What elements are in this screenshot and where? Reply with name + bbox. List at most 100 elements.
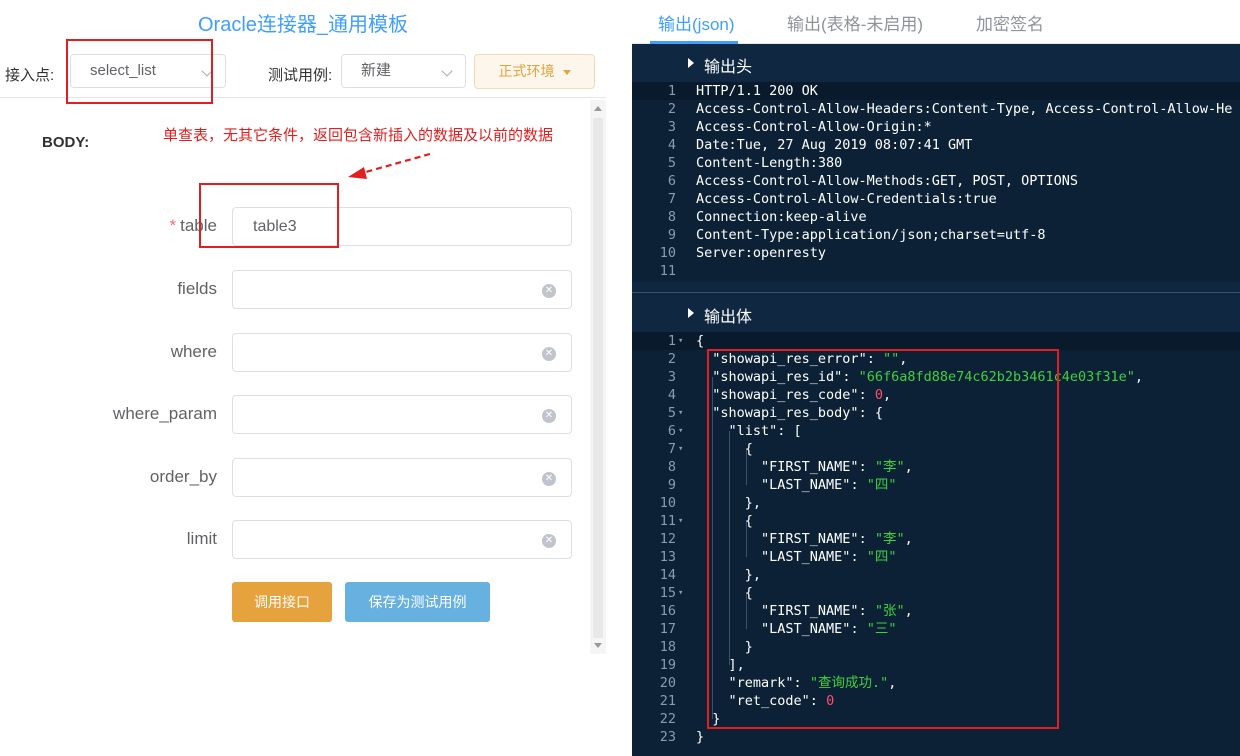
output-header-editor[interactable]: 1 HTTP/1.1 200 OK 2 Access-Control-Allow-He… — [632, 82, 1240, 282]
highlight-box-endpoint — [66, 39, 213, 104]
testcase-label: 测试用例: — [268, 67, 333, 84]
limit-input[interactable]: ✕ — [232, 520, 572, 559]
line-number: 10 — [659, 495, 676, 511]
line-number: 20 — [659, 675, 676, 691]
highlight-box-response-body — [707, 349, 1059, 729]
line-number: 2 — [667, 101, 676, 117]
line-number: 14 — [659, 567, 676, 583]
environment-label: 正式环境 — [498, 63, 555, 79]
code-text: HTTP/1.1 200 OK — [696, 83, 818, 99]
code-line: 11 — [632, 262, 1240, 280]
caret-down-icon — [562, 69, 571, 75]
body-heading: BODY: — [42, 134, 90, 151]
code-text: Connection:keep-alive — [696, 209, 867, 225]
fold-toggle-icon[interactable]: ▾ — [678, 584, 683, 602]
scroll-up-icon[interactable] — [594, 106, 602, 111]
line-number: 2 — [667, 351, 676, 367]
field-label-limit: limit — [186, 529, 217, 548]
code-line: 10 Server:openresty — [632, 244, 1240, 262]
fold-toggle-icon[interactable]: ▾ — [678, 422, 683, 440]
field-label-order-by: order_by — [149, 467, 217, 486]
fold-toggle-icon[interactable]: ▾ — [678, 440, 683, 458]
code-line: 3 Access-Control-Allow-Origin:* — [632, 118, 1240, 136]
code-text: Access-Control-Allow-Credentials:true — [696, 191, 997, 207]
clear-icon[interactable]: ✕ — [542, 534, 556, 548]
scrollbar-thumb[interactable] — [593, 118, 603, 638]
testcase-select[interactable]: 新建 — [341, 54, 466, 88]
field-label-where-param: where_param — [113, 404, 217, 423]
request-panel: Oracle连接器_通用模板 接入点: select_list 测试用例: 新建… — [0, 0, 606, 756]
page-title: Oracle连接器_通用模板 — [197, 14, 409, 36]
vertical-scrollbar[interactable] — [590, 100, 606, 654]
scroll-down-icon[interactable] — [594, 643, 602, 648]
line-number: 18 — [659, 639, 676, 655]
field-label-fields: fields — [177, 279, 217, 298]
line-number: 11 — [659, 263, 676, 279]
where-input[interactable]: ✕ — [232, 333, 572, 372]
code-line: 7 Access-Control-Allow-Credentials:true — [632, 190, 1240, 208]
output-tabs: 输出(json) 输出(表格-未启用) 加密签名 — [632, 0, 1240, 44]
fold-toggle-icon[interactable]: ▾ — [678, 512, 683, 530]
line-number: 12 — [659, 531, 676, 547]
line-number: 8 — [667, 209, 676, 225]
code-text: { — [696, 333, 705, 349]
code-text: Access-Control-Allow-Headers:Content-Typ… — [696, 101, 1233, 117]
line-number: 1 — [667, 333, 676, 349]
line-number: 4 — [667, 387, 676, 403]
chevron-down-icon — [441, 65, 453, 77]
tab-output-table[interactable]: 输出(表格-未启用) — [787, 10, 923, 35]
line-number: 5 — [667, 405, 676, 421]
fold-toggle-icon[interactable]: ▾ — [678, 332, 683, 350]
field-label-where: where — [170, 342, 217, 361]
order-by-input[interactable]: ✕ — [232, 458, 572, 497]
fold-toggle-icon[interactable]: ▾ — [678, 404, 683, 422]
line-number: 21 — [659, 693, 676, 709]
clear-icon[interactable]: ✕ — [542, 347, 556, 361]
call-api-button[interactable]: 调用接口 — [232, 582, 332, 622]
annotation-text: 单查表，无其它条件，返回包含新插入的数据及以前的数据 — [163, 127, 554, 144]
tab-output-json[interactable]: 输出(json) — [658, 10, 735, 35]
response-panel: 输出(json) 输出(表格-未启用) 加密签名 输出头 1 HTTP/1.1 2… — [632, 0, 1240, 756]
line-number: 5 — [667, 155, 676, 171]
clear-icon[interactable]: ✕ — [542, 472, 556, 486]
line-number: 9 — [667, 477, 676, 493]
line-number: 19 — [659, 657, 676, 673]
clear-icon[interactable]: ✕ — [542, 409, 556, 423]
output-header-section[interactable]: 输出头 — [632, 44, 1240, 82]
clear-icon[interactable]: ✕ — [542, 284, 556, 298]
code-text: Content-Length:380 — [696, 155, 843, 171]
line-number: 17 — [659, 621, 676, 637]
panel-divider — [606, 0, 632, 756]
code-text: Access-Control-Allow-Origin:* — [696, 119, 932, 135]
testcase-select-value: 新建 — [361, 62, 392, 79]
tab-signature[interactable]: 加密签名 — [976, 10, 1044, 35]
code-line: 8 Connection:keep-alive — [632, 208, 1240, 226]
line-number: 6 — [667, 173, 676, 189]
code-line: 1 HTTP/1.1 200 OK — [632, 82, 1240, 100]
line-number: 6 — [667, 423, 676, 439]
line-number: 7 — [667, 191, 676, 207]
field-label-table: * table — [169, 216, 218, 235]
environment-dropdown-button[interactable]: 正式环境 — [474, 54, 595, 89]
output-header-title: 输出头 — [704, 59, 753, 76]
save-testcase-button[interactable]: 保存为测试用例 — [345, 582, 490, 622]
caret-right-icon — [688, 308, 694, 318]
caret-right-icon — [688, 58, 694, 68]
line-number: 3 — [667, 369, 676, 385]
code-line: 9 Content-Type:application/json;charset=u… — [632, 226, 1240, 244]
where-param-input[interactable]: ✕ — [232, 395, 572, 434]
annotation-arrow — [348, 152, 431, 179]
code-line: 23} — [632, 728, 1240, 746]
fields-input[interactable]: ✕ — [232, 270, 572, 309]
line-number: 16 — [659, 603, 676, 619]
required-asterisk: * — [169, 216, 177, 235]
code-text: Access-Control-Allow-Methods:GET, POST, … — [696, 173, 1079, 189]
code-line: 1 ▾ { — [632, 332, 1240, 350]
code-text: } — [696, 729, 705, 745]
output-body-section[interactable]: 输出体 — [632, 294, 1240, 332]
code-line: 6 Access-Control-Allow-Methods:GET, POST,… — [632, 172, 1240, 190]
endpoint-label: 接入点: — [5, 67, 55, 84]
line-number: 9 — [667, 227, 676, 243]
code-line: 2 Access-Control-Allow-Headers:Content-Ty… — [632, 100, 1240, 118]
code-text: Content-Type:application/json;charset=ut… — [696, 227, 1046, 243]
